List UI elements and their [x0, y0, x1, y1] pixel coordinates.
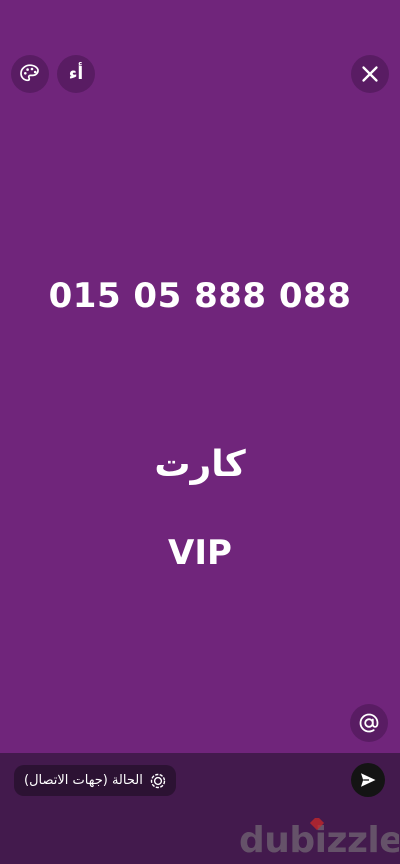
font-style-button[interactable]: أء	[57, 55, 95, 93]
palette-icon	[20, 64, 39, 82]
status-privacy-selector[interactable]: الحالة (جهات الاتصال)	[14, 765, 176, 796]
close-icon	[362, 66, 378, 82]
status-composer: أء 015 05 888 088 كارت VIP الحالة (جهات …	[0, 0, 400, 864]
send-button[interactable]	[351, 763, 385, 797]
status-privacy-label: الحالة (جهات الاتصال)	[24, 773, 143, 788]
status-text-vip[interactable]: VIP	[0, 533, 400, 573]
font-style-label: أء	[68, 63, 84, 84]
at-sign-icon	[359, 713, 379, 733]
status-ring-icon	[150, 773, 166, 788]
close-button[interactable]	[351, 55, 389, 93]
mention-button[interactable]	[350, 704, 388, 742]
palette-button[interactable]	[11, 55, 49, 93]
status-text-phone-number[interactable]: 015 05 888 088	[0, 276, 400, 316]
send-icon	[361, 773, 376, 787]
status-text-arabic[interactable]: كارت	[0, 444, 400, 485]
dubizzle-watermark: dubizzle	[239, 818, 399, 864]
